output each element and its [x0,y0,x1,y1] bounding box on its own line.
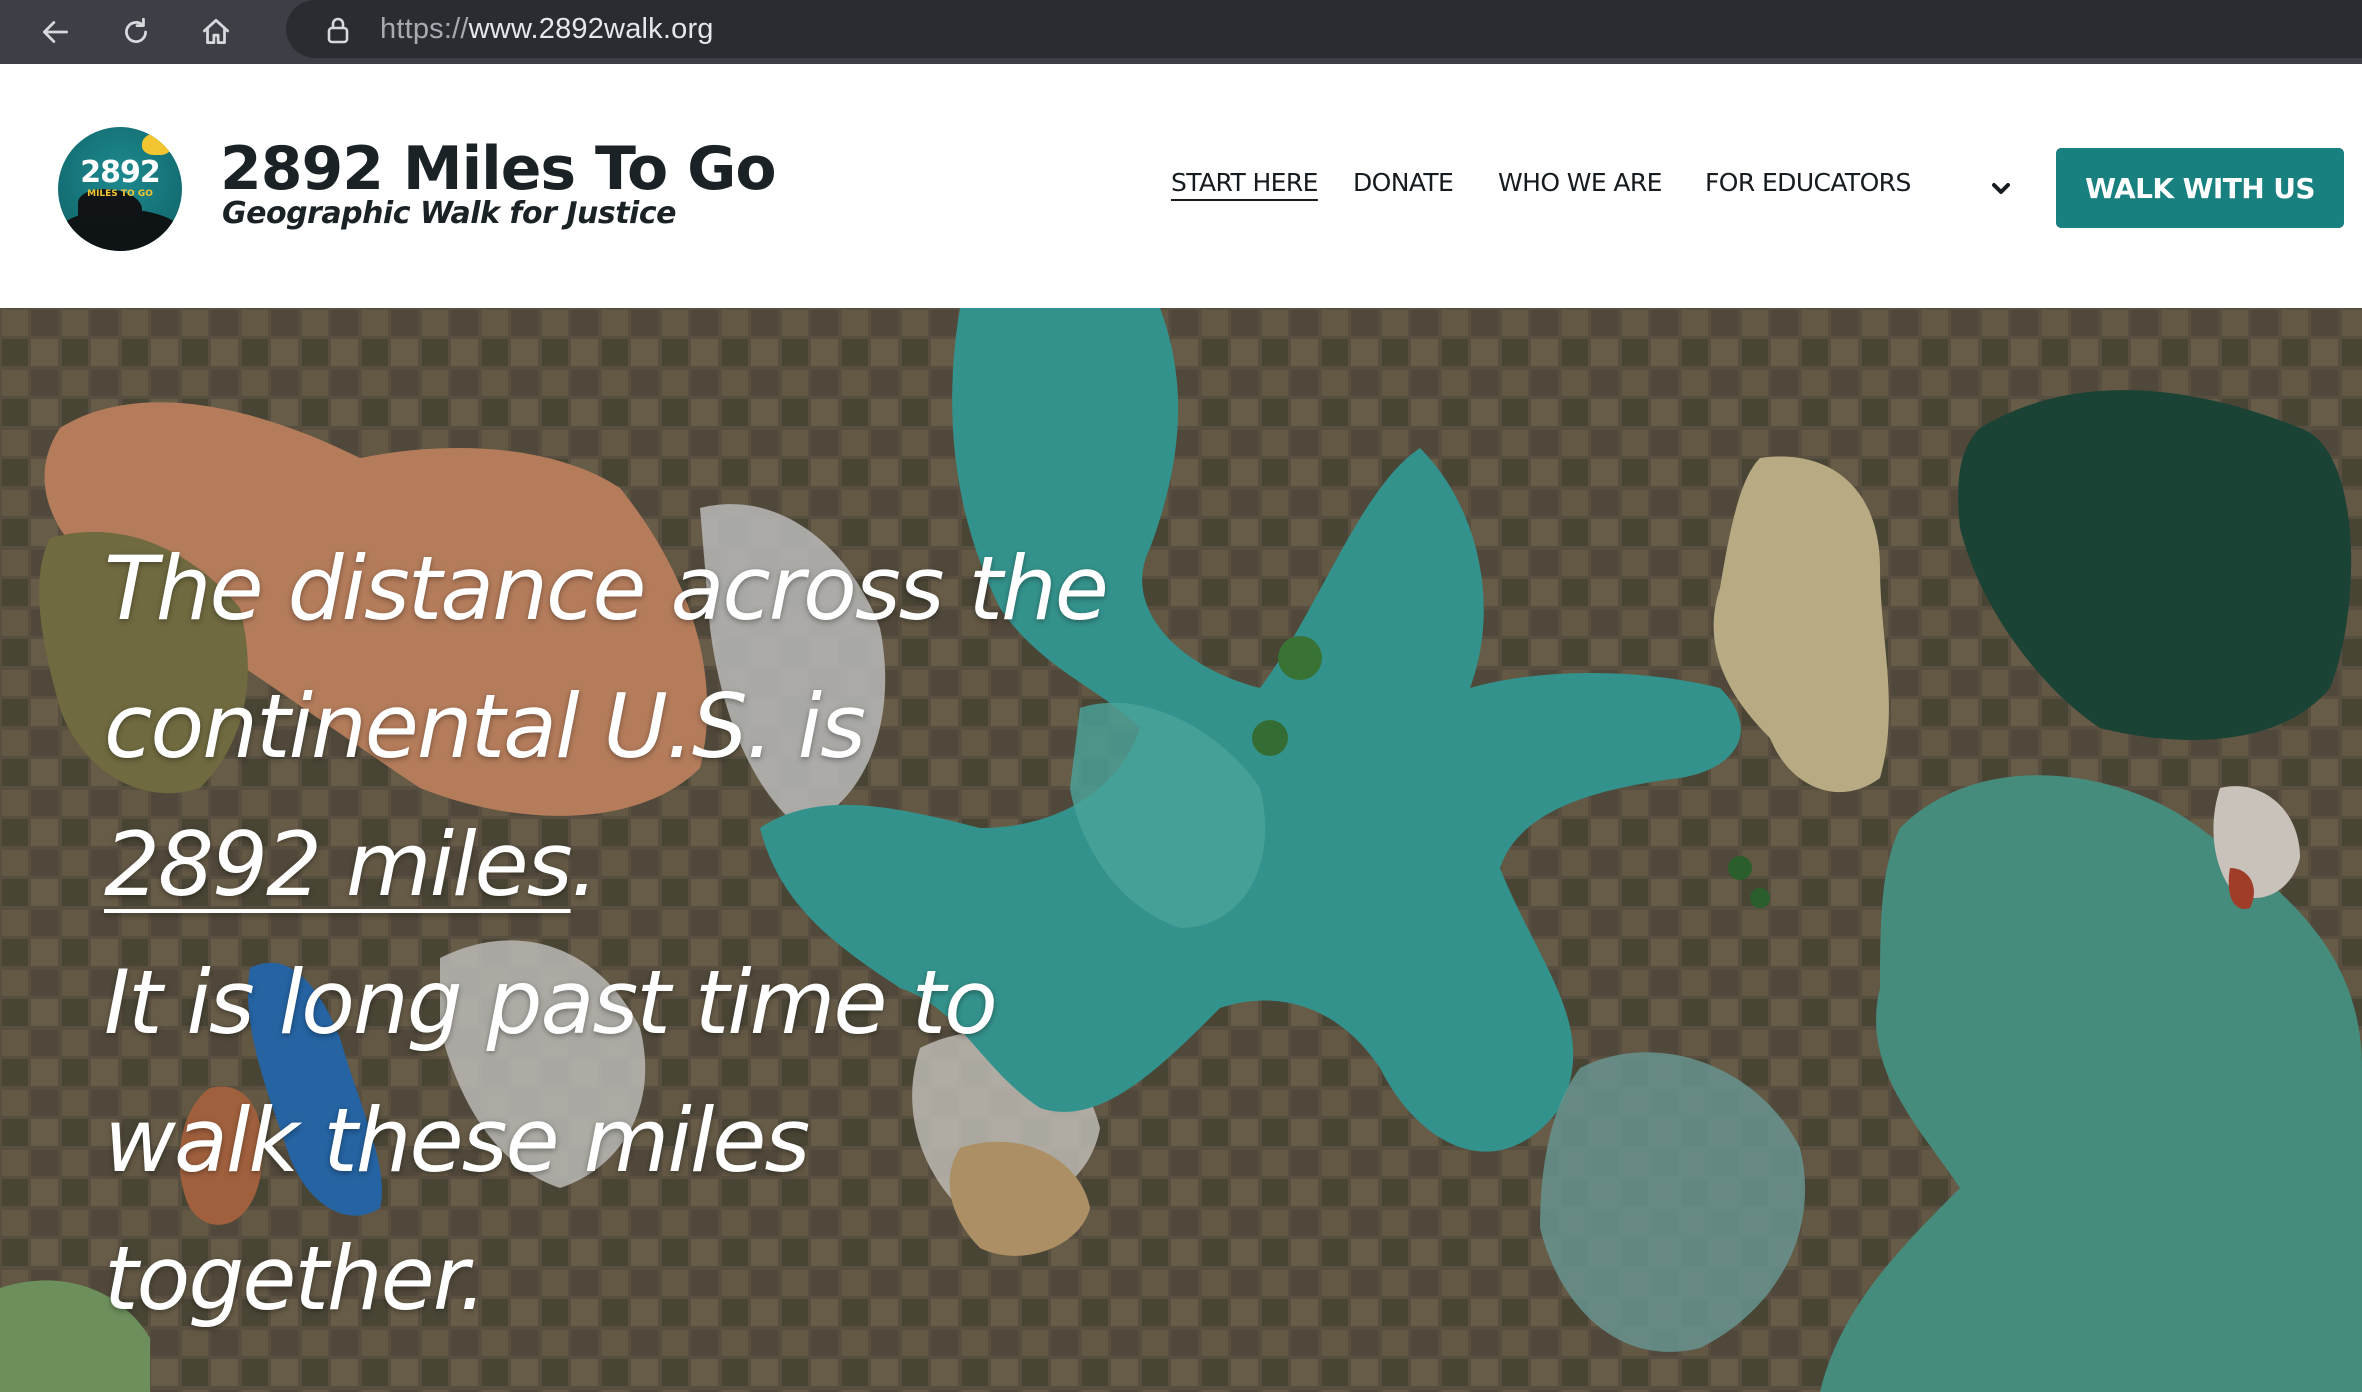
reload-icon [125,17,147,43]
site-header: 2892 MILES TO GO 2892 Miles To Go Geogra… [0,64,2362,308]
nav-start-here[interactable]: START HERE [1171,168,1318,197]
nav-who-we-are[interactable]: WHO WE ARE [1498,168,1662,197]
hero-headline: The distance across the continental U.S.… [104,520,1304,1348]
back-arrow-icon [42,21,69,43]
hero-line-1: The distance across the [104,537,1109,640]
site-tagline: Geographic Walk for Justice [222,196,676,231]
site-title[interactable]: 2892 Miles To Go [220,134,777,204]
nav-more-dropdown[interactable] [1988,176,2018,206]
url-scheme: https:// [380,12,469,45]
hero-section: The distance across the continental U.S.… [0,308,2362,1392]
nav-for-educators[interactable]: FOR EDUCATORS [1705,168,1911,197]
home-button[interactable] [194,10,238,54]
hero-line-5: walk these miles [104,1089,810,1192]
logo-sun [142,133,172,155]
home-icon [202,18,230,45]
hero-line-2: continental U.S. is [104,675,866,778]
logo-subtext: MILES TO GO [87,189,153,199]
address-bar[interactable]: https://www.2892walk.org [286,0,2362,58]
nav-donate[interactable]: DONATE [1353,168,1454,197]
browser-toolbar: https://www.2892walk.org [0,0,2362,64]
lock-icon [324,15,352,44]
distance-link[interactable]: 2892 miles [104,813,573,916]
hero-line-3: 2892 miles. [104,796,1304,934]
chevron-down-icon [1992,183,2010,194]
hero-line-4: It is long past time to [104,951,998,1054]
logo-number: 2892 [80,155,161,190]
back-button[interactable] [34,10,78,54]
reload-button[interactable] [114,10,158,54]
site-logo[interactable]: 2892 MILES TO GO [58,127,182,251]
url-host: www.2892walk.org [468,12,714,45]
hero-line-6: together. [104,1227,487,1330]
url-text[interactable]: https://www.2892walk.org [380,13,714,46]
hero-link-suffix: . [570,813,599,916]
walk-with-us-button[interactable]: WALK WITH US [2056,148,2344,228]
